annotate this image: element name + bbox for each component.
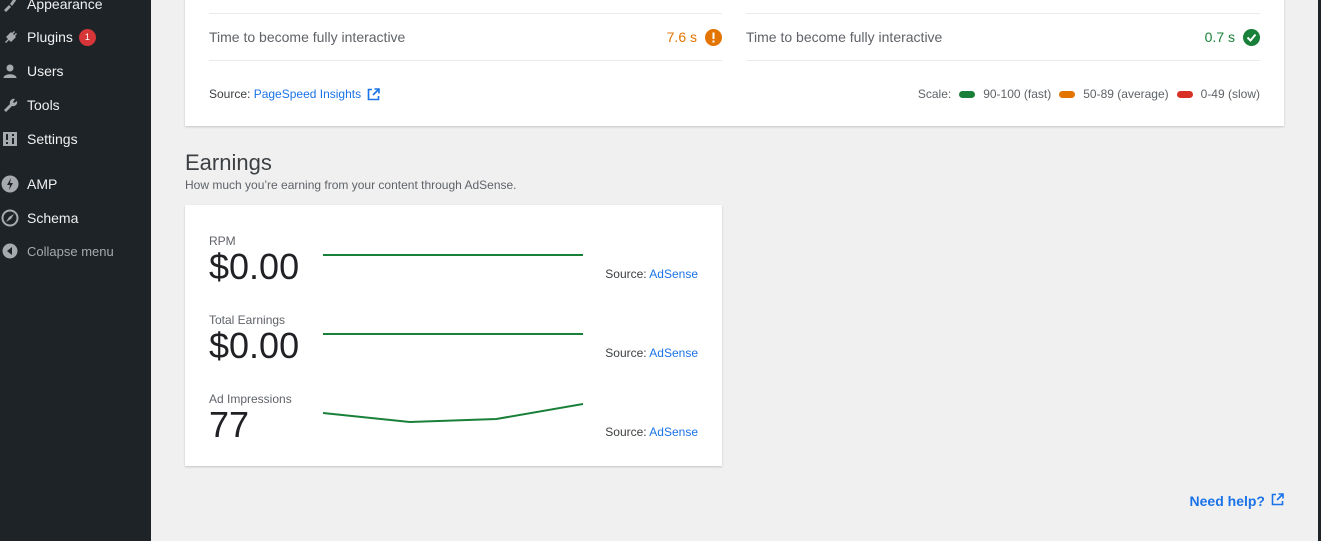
sidebar-item-schema[interactable]: Schema	[0, 203, 151, 233]
external-link-icon	[1271, 493, 1284, 509]
stat-source: Source: AdSense	[605, 346, 698, 360]
source-prefix: Source:	[209, 87, 251, 101]
need-help-label: Need help?	[1189, 493, 1265, 509]
sidebar-item-label: Collapse menu	[27, 243, 114, 259]
stat-value: $0.00	[209, 325, 300, 366]
plugin-icon	[0, 27, 20, 47]
earnings-description: How much you’re earning from your conten…	[185, 178, 517, 192]
stat-source: Source: AdSense	[605, 425, 698, 439]
compass-icon	[0, 208, 20, 228]
sidebar-item-amp[interactable]: AMP	[0, 169, 151, 199]
settings-icon	[0, 129, 20, 149]
metric-row-interactive-mobile: Time to become fully interactive 7.6 s	[209, 13, 722, 61]
sidebar-item-tools[interactable]: Tools	[0, 90, 151, 120]
amp-bolt-icon	[0, 174, 20, 194]
stat-source: Source: AdSense	[605, 267, 698, 281]
pagespeed-source: Source: PageSpeed Insights	[209, 87, 380, 101]
update-count-badge: 1	[78, 28, 96, 46]
user-icon	[0, 61, 20, 81]
sidebar-item-appearance[interactable]: Appearance	[0, 0, 151, 19]
wrench-icon	[0, 95, 20, 115]
collapse-arrow-icon	[0, 241, 20, 261]
scale-fast-label: 90-100 (fast)	[983, 87, 1052, 101]
sidebar-item-label: Settings	[27, 131, 78, 147]
source-prefix: Source:	[605, 267, 647, 281]
scale-average-label: 50-89 (average)	[1083, 87, 1169, 101]
warning-icon	[705, 28, 722, 46]
sidebar-item-label: Appearance	[27, 0, 103, 12]
sidebar-item-label: Schema	[27, 210, 79, 226]
sidebar-item-plugins[interactable]: Plugins 1	[0, 22, 151, 52]
external-link-icon[interactable]	[367, 87, 380, 101]
metric-value: 7.6 s	[666, 28, 722, 46]
need-help-link[interactable]: Need help?	[1190, 493, 1284, 509]
metric-row-interactive-desktop: Time to become fully interactive 0.7 s	[746, 13, 1260, 61]
source-prefix: Source:	[605, 425, 647, 439]
total-earnings-sparkline	[323, 333, 583, 335]
scale-slow-swatch	[1176, 90, 1193, 98]
check-icon	[1243, 28, 1260, 46]
sidebar-item-label: AMP	[27, 176, 58, 192]
sidebar-item-users[interactable]: Users	[0, 56, 151, 86]
adsense-link[interactable]: AdSense	[649, 346, 698, 360]
sidebar-item-label: Plugins	[27, 29, 73, 45]
rpm-sparkline	[323, 254, 583, 256]
pagespeed-insights-link[interactable]: PageSpeed Insights	[254, 87, 361, 101]
metric-label: Time to become fully interactive	[746, 29, 943, 45]
scale-average-swatch	[1059, 90, 1076, 98]
stat-rpm: RPM $0.00	[209, 234, 299, 286]
ad-impressions-sparkline	[323, 403, 583, 424]
adsense-link[interactable]: AdSense	[649, 267, 698, 281]
earnings-title: Earnings	[185, 150, 272, 175]
sidebar-item-label: Tools	[27, 97, 60, 113]
admin-sidebar: Appearance Plugins 1 Users Tools Setting…	[0, 0, 151, 541]
metric-label: Time to become fully interactive	[209, 29, 406, 45]
adsense-link[interactable]: AdSense	[649, 425, 698, 439]
stat-total-earnings: Total Earnings $0.00	[209, 313, 299, 365]
score-scale-legend: Scale: 90-100 (fast) 50-89 (average) 0-4…	[918, 87, 1260, 101]
paintbrush-icon	[0, 0, 20, 14]
scale-label: Scale:	[917, 87, 952, 101]
metric-value-text: 7.6 s	[666, 29, 697, 45]
stat-ad-impressions: Ad Impressions 77	[209, 392, 292, 444]
collapse-menu-button[interactable]: Collapse menu	[0, 236, 151, 266]
source-prefix: Source:	[605, 346, 647, 360]
sidebar-item-settings[interactable]: Settings	[0, 124, 151, 154]
scale-slow-label: 0-49 (slow)	[1200, 87, 1260, 101]
metric-value: 0.7 s	[1204, 28, 1260, 46]
stat-value: $0.00	[209, 246, 300, 287]
earnings-card: RPM $0.00 Source: AdSense Total Earnings…	[185, 205, 722, 466]
ad-impressions-trend-line	[323, 403, 583, 424]
scale-fast-swatch	[959, 90, 976, 98]
stat-value: 77	[209, 404, 250, 445]
sidebar-item-label: Users	[27, 63, 64, 79]
metric-value-text: 0.7 s	[1204, 29, 1235, 45]
page-speed-card: Time to become fully interactive 7.6 s T…	[185, 0, 1284, 126]
